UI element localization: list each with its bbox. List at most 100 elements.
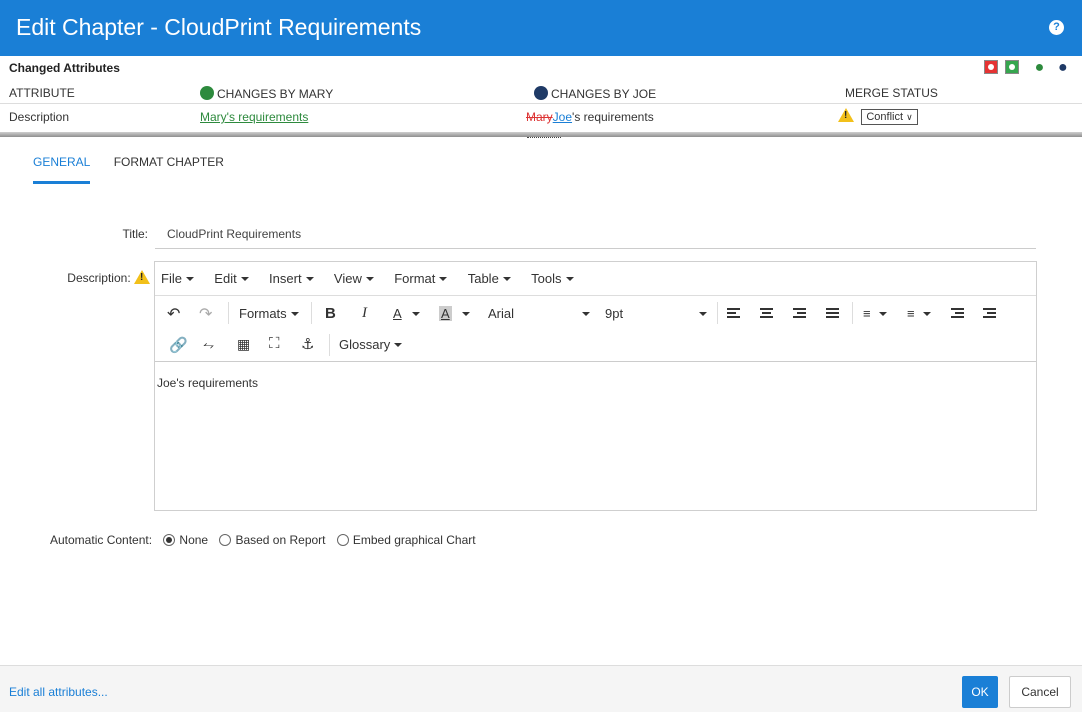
- caret-icon: [365, 277, 374, 281]
- tab-strip: GENERAL FORMAT CHAPTER: [33, 155, 244, 184]
- menu-view[interactable]: View: [334, 271, 374, 286]
- splitter-grip[interactable]: [527, 137, 561, 141]
- edit-chapter-dialog: Edit Chapter - CloudPrint Requirements ?…: [0, 0, 1082, 712]
- unchanged-text: 's requirements: [572, 110, 654, 124]
- font-color-button[interactable]: A: [393, 306, 420, 321]
- edit-all-attributes-link[interactable]: Edit all attributes...: [9, 685, 108, 699]
- column-merge-status: MERGE STATUS: [845, 86, 938, 100]
- inserted-text: Joe: [552, 110, 573, 124]
- toolbar-separator: [311, 302, 312, 324]
- caret-icon: [502, 277, 511, 281]
- menu-tools[interactable]: Tools: [531, 271, 574, 286]
- automatic-content-row: Automatic Content: None Based on Report …: [50, 533, 476, 547]
- justify-icon[interactable]: [826, 308, 839, 323]
- caret-icon: [878, 312, 887, 316]
- row-attribute: Description: [9, 110, 70, 124]
- radio-based-on-report[interactable]: [219, 534, 232, 546]
- fullscreen-icon[interactable]: ⛶: [269, 335, 280, 352]
- menu-table[interactable]: Table: [468, 271, 511, 286]
- reject-all-icon[interactable]: [983, 60, 998, 74]
- help-icon[interactable]: ?: [1049, 20, 1064, 35]
- caret-icon: [185, 277, 194, 281]
- formats-label: Formats: [239, 306, 287, 321]
- bullet-list-icon[interactable]: ≡: [863, 306, 887, 321]
- italic-button[interactable]: I: [362, 305, 367, 322]
- chevron-down-icon: ∨: [906, 112, 913, 122]
- merge-toolbar: ● ●: [983, 60, 1074, 78]
- caret-icon: [582, 312, 591, 316]
- toolbar-separator: [717, 302, 718, 324]
- image-icon[interactable]: ▦: [237, 336, 250, 353]
- align-left-icon[interactable]: [727, 308, 740, 323]
- caret-icon: [922, 312, 931, 316]
- link-icon[interactable]: 🔗: [169, 336, 188, 354]
- radio-embed-chart[interactable]: [336, 534, 349, 546]
- menu-view-label: View: [333, 271, 362, 286]
- editor-content-area[interactable]: Joe's requirements: [155, 362, 1036, 404]
- cancel-button[interactable]: Cancel: [1009, 676, 1071, 708]
- caret-icon: [305, 277, 314, 281]
- numbered-list-icon[interactable]: ≡: [907, 306, 931, 321]
- toolbar-separator: [228, 302, 229, 324]
- radio-embed-chart-label[interactable]: Embed graphical Chart: [353, 533, 476, 547]
- font-size-select[interactable]: 9pt: [605, 306, 708, 321]
- toolbar-separator: [329, 334, 330, 356]
- menu-insert[interactable]: Insert: [269, 271, 314, 286]
- formats-dropdown[interactable]: Formats: [239, 306, 299, 321]
- caret-icon: [461, 312, 470, 316]
- undo-icon[interactable]: ↶: [167, 304, 180, 324]
- accept-all-icon[interactable]: [1005, 60, 1020, 74]
- merge-status-select[interactable]: Conflict ∨: [861, 109, 918, 125]
- changed-attributes-heading: Changed Attributes: [9, 61, 120, 75]
- ok-button[interactable]: OK: [962, 676, 998, 708]
- tab-format-chapter[interactable]: FORMAT CHAPTER: [114, 155, 224, 181]
- caret-icon: [411, 312, 420, 316]
- hierarchy-icon[interactable]: ⚓: [301, 335, 314, 353]
- menu-file-label: File: [161, 271, 182, 286]
- font-size-value: 9pt: [605, 306, 624, 321]
- indent-icon[interactable]: [983, 308, 996, 323]
- bold-button[interactable]: B: [325, 305, 336, 322]
- menu-file[interactable]: File: [161, 271, 194, 286]
- menu-edit[interactable]: Edit: [214, 271, 249, 286]
- title-bar: Edit Chapter - CloudPrint Requirements ?: [0, 0, 1082, 56]
- merge-status-value: Conflict: [866, 111, 904, 123]
- mary-user-icon[interactable]: ●: [1035, 60, 1051, 76]
- radio-none-label[interactable]: None: [179, 533, 208, 547]
- tab-general[interactable]: GENERAL: [33, 155, 91, 184]
- editor-content-text: Joe's requirements: [157, 376, 259, 390]
- toolbar-separator: [852, 302, 853, 324]
- joe-user-icon[interactable]: ●: [1058, 60, 1074, 76]
- background-color-button[interactable]: A: [439, 306, 470, 321]
- unlink-icon[interactable]: ⥊: [203, 336, 214, 353]
- glossary-dropdown[interactable]: Glossary: [339, 337, 403, 352]
- radio-none[interactable]: [163, 534, 176, 546]
- mary-change-link[interactable]: Mary's requirements: [200, 110, 308, 124]
- align-right-icon[interactable]: [793, 308, 806, 323]
- title-label: Title:: [122, 227, 148, 241]
- caret-icon: [394, 343, 403, 347]
- radio-based-on-report-label[interactable]: Based on Report: [235, 533, 325, 547]
- mary-avatar-icon: [200, 86, 214, 100]
- title-field[interactable]: CloudPrint Requirements: [155, 219, 1036, 249]
- menu-tools-label: Tools: [531, 271, 562, 286]
- redo-icon[interactable]: ↷: [199, 304, 212, 324]
- menu-edit-label: Edit: [214, 271, 237, 286]
- font-color-label: A: [393, 306, 402, 321]
- joe-change-value[interactable]: MaryJoe's requirements: [526, 110, 654, 124]
- caret-icon: [565, 277, 574, 281]
- description-label: Description:: [67, 271, 131, 285]
- joe-avatar-icon: [534, 86, 548, 100]
- align-center-icon[interactable]: [760, 308, 773, 323]
- merge-status-cell: Conflict ∨: [838, 108, 918, 125]
- header-divider: [0, 103, 1082, 104]
- outdent-icon[interactable]: [951, 308, 964, 323]
- description-warning-icon: [134, 270, 150, 284]
- menu-format[interactable]: Format: [394, 271, 448, 286]
- description-label-group: Description:: [40, 270, 150, 285]
- font-family-select[interactable]: Arial: [488, 306, 591, 321]
- menu-table-label: Table: [467, 271, 499, 286]
- automatic-content-label: Automatic Content:: [50, 533, 153, 547]
- deleted-text: Mary: [526, 110, 553, 124]
- dialog-title: Edit Chapter - CloudPrint Requirements: [16, 14, 422, 40]
